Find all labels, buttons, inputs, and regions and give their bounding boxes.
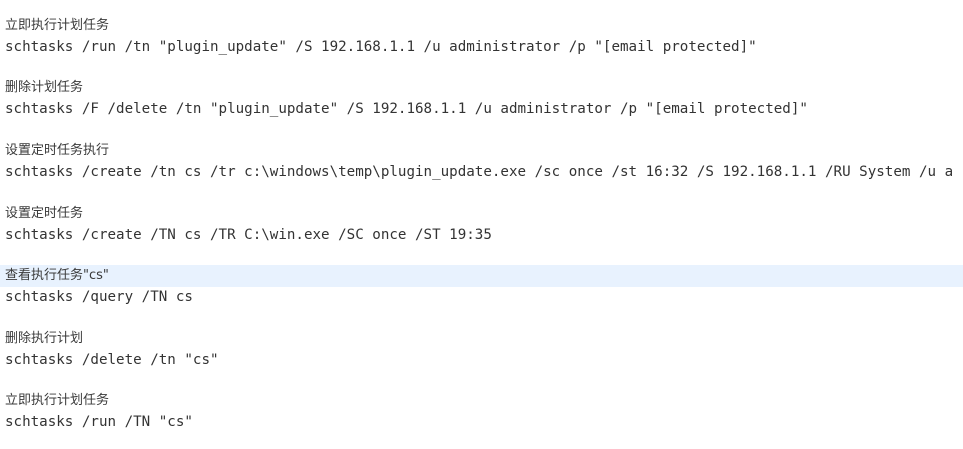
- comment-line-create-scheduled-exec: 设置定时任务执行: [5, 143, 110, 158]
- comment-line-run-plugin-update: 立即执行计划任务: [5, 18, 110, 33]
- code-block: 立即执行计划任务 schtasks /run /tn "plugin_updat…: [0, 0, 963, 449]
- command-line-create-scheduled-exec: schtasks /create /tn cs /tr c:\windows\t…: [5, 164, 954, 180]
- command-line-run-cs: schtasks /run /TN "cs": [5, 414, 193, 430]
- command-line-delete-plugin-update: schtasks /F /delete /tn "plugin_update" …: [5, 101, 808, 117]
- comment-line-delete-plugin-update: 删除计划任务: [5, 80, 84, 95]
- command-line-create-scheduled: schtasks /create /TN cs /TR C:\win.exe /…: [5, 227, 492, 243]
- command-line-run-plugin-update: schtasks /run /tn "plugin_update" /S 192…: [5, 39, 757, 55]
- comment-line-delete-cs: 删除执行计划: [5, 331, 84, 346]
- comment-line-run-cs: 立即执行计划任务: [5, 393, 110, 408]
- comment-line-query-cs: 查看执行任务"cs": [0, 265, 963, 287]
- comment-line-create-scheduled: 设置定时任务: [5, 206, 84, 221]
- command-line-query-cs: schtasks /query /TN cs: [5, 289, 193, 305]
- command-line-delete-cs: schtasks /delete /tn "cs": [5, 352, 219, 368]
